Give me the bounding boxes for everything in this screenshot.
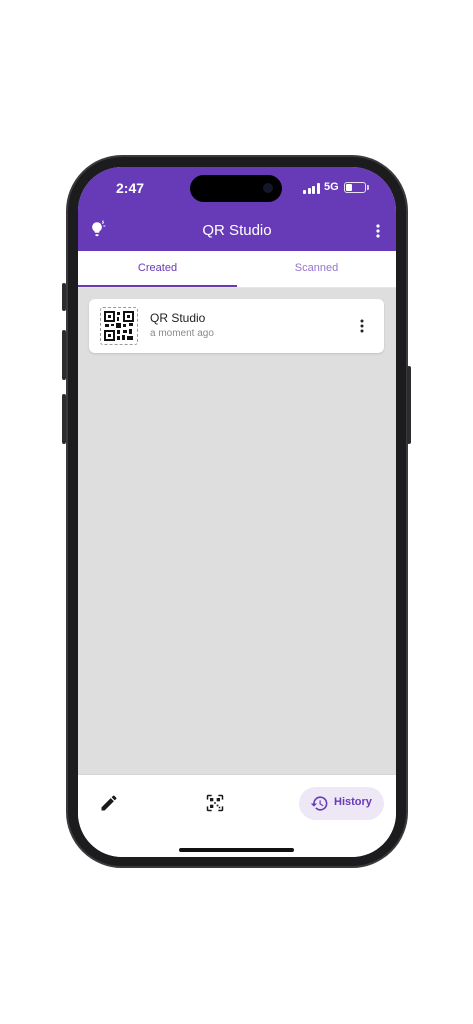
qr-code-icon [100,307,138,345]
history-label: History [334,796,372,808]
battery-tip [367,185,369,190]
signal-icon [303,183,321,194]
front-camera [263,183,273,193]
home-indicator[interactable] [179,848,294,852]
item-more-icon[interactable] [355,317,369,335]
tab-bar: Created Scanned [78,251,396,288]
dynamic-island [190,175,282,202]
list-item[interactable]: QR Studio a moment ago [89,299,384,353]
more-vert-icon[interactable] [371,222,385,240]
power-button [407,366,411,444]
tab-indicator [78,285,237,287]
phone-screen: 2:47 5G QR Studio Created Scanned QR Stu… [78,167,396,857]
status-time: 2:47 [116,180,145,196]
battery-level [346,184,352,191]
bottom-nav: History [78,774,396,857]
network-type: 5G [324,181,339,193]
tab-scanned[interactable]: Scanned [237,251,396,288]
tab-created[interactable]: Created [78,251,237,288]
app-header: 2:47 5G QR Studio [78,167,396,251]
qr-scan-icon[interactable] [205,793,225,813]
item-title: QR Studio [150,311,206,325]
volume-up-button [62,330,66,380]
history-icon [310,794,329,813]
app-title: QR Studio [202,222,272,239]
battery-icon [344,182,366,193]
pencil-icon[interactable] [99,793,119,813]
action-button [62,283,66,311]
item-timestamp: a moment ago [150,328,214,339]
history-button[interactable]: History [299,787,384,820]
volume-down-button [62,394,66,444]
